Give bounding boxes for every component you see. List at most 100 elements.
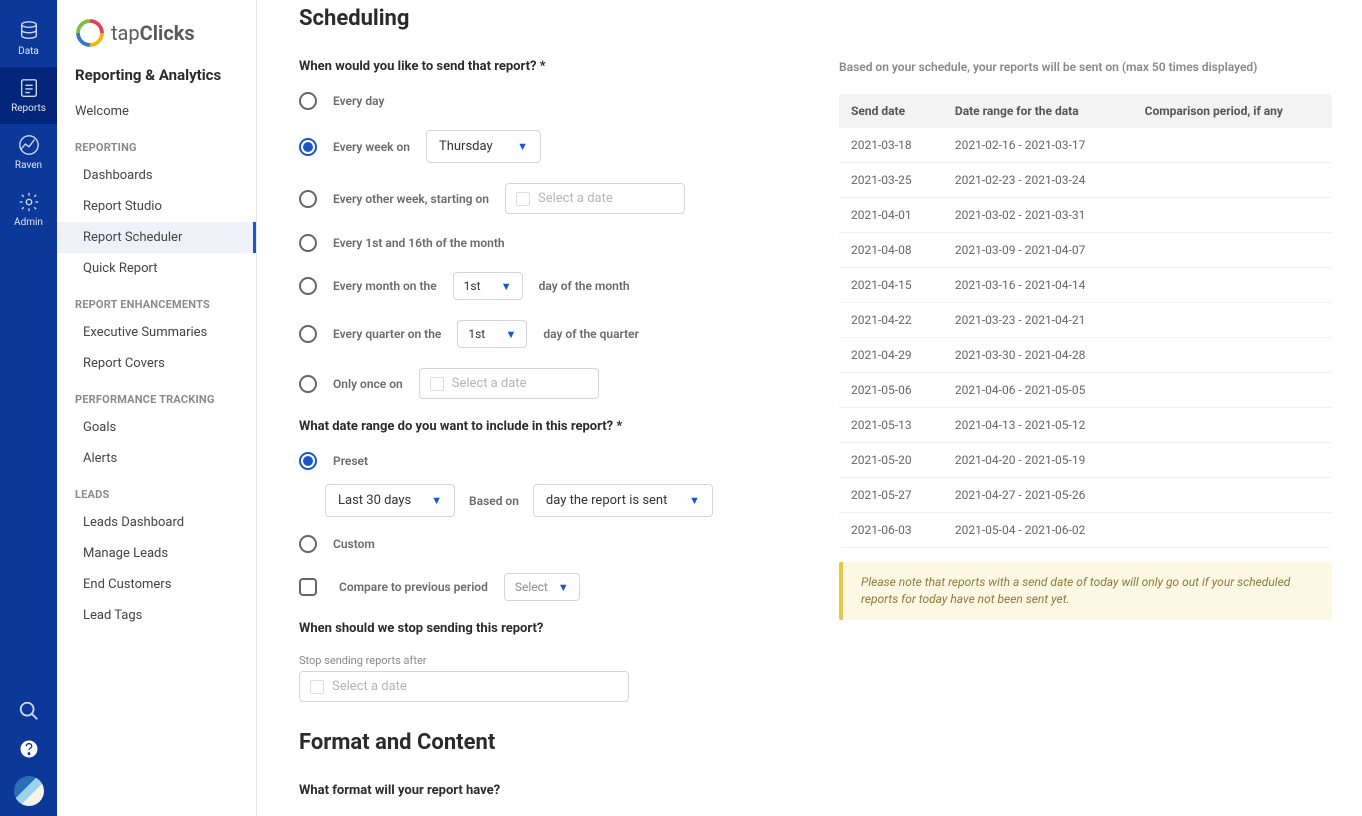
inline-text: day of the month (539, 279, 630, 293)
cell-range: 2021-03-30 - 2021-04-28 (943, 338, 1133, 373)
radio-every-other-week[interactable] (299, 190, 317, 208)
caret-icon: ▼ (558, 581, 569, 594)
cell-send: 2021-05-13 (839, 408, 943, 443)
col-send-date: Send date (839, 94, 943, 128)
cell-range: 2021-04-27 - 2021-05-26 (943, 478, 1133, 513)
sidebar-item-report-studio[interactable]: Report Studio (57, 191, 256, 222)
select-preset-range[interactable]: Last 30 days▼ (325, 484, 455, 517)
sidebar-item-dashboards[interactable]: Dashboards (57, 160, 256, 191)
cell-range: 2021-05-04 - 2021-06-02 (943, 513, 1133, 548)
alert-note: Please note that reports with a send dat… (839, 562, 1332, 620)
cell-range: 2021-03-02 - 2021-03-31 (943, 198, 1133, 233)
date-only-once[interactable]: Select a date (419, 368, 599, 399)
select-value: 1st (468, 327, 485, 341)
table-row: 2021-04-292021-03-30 - 2021-04-28 (839, 338, 1332, 373)
sidebar-section-header: PERFORMANCE TRACKING (57, 379, 256, 412)
rail-item-reports[interactable]: Reports (0, 67, 57, 124)
rail-label: Data (18, 46, 39, 57)
avatar[interactable] (14, 776, 44, 806)
gear-icon (18, 191, 40, 213)
sidebar-item-quick-report[interactable]: Quick Report (57, 253, 256, 284)
table-row: 2021-05-132021-04-13 - 2021-05-12 (839, 408, 1332, 443)
radio-every-month[interactable] (299, 277, 317, 295)
rail-label: Raven (15, 160, 42, 171)
left-rail: Data Reports Raven Admin (0, 0, 57, 816)
cell-range: 2021-03-16 - 2021-04-14 (943, 268, 1133, 303)
cell-send: 2021-04-08 (839, 233, 943, 268)
date-other-week[interactable]: Select a date (505, 183, 685, 214)
label-stop-after: Stop sending reports after (299, 654, 819, 667)
cell-range: 2021-03-23 - 2021-04-21 (943, 303, 1133, 338)
sidebar-item-executive-summaries[interactable]: Executive Summaries (57, 317, 256, 348)
search-icon[interactable] (18, 700, 40, 722)
section-title-format: Format and Content (299, 702, 819, 783)
checkbox-compare[interactable] (299, 578, 317, 596)
sidebar-item-alerts[interactable]: Alerts (57, 443, 256, 474)
radio-only-once[interactable] (299, 375, 317, 393)
database-icon (18, 20, 40, 42)
select-quarter-day[interactable]: 1st ▼ (457, 320, 527, 348)
radio-label: Every month on the (333, 279, 437, 293)
rail-item-raven[interactable]: Raven (0, 124, 57, 181)
select-month-day[interactable]: 1st▼ (453, 272, 523, 300)
sidebar-item-leads-dashboard[interactable]: Leads Dashboard (57, 507, 256, 538)
table-row: 2021-04-152021-03-16 - 2021-04-14 (839, 268, 1332, 303)
table-row: 2021-05-202021-04-20 - 2021-05-19 (839, 443, 1332, 478)
radio-every-day[interactable] (299, 92, 317, 110)
checkbox-label: Compare to previous period (339, 580, 488, 594)
cell-send: 2021-05-06 (839, 373, 943, 408)
cell-compare (1133, 338, 1332, 373)
radio-label: Only once on (333, 377, 403, 391)
analytics-icon (18, 134, 40, 156)
rail-item-data[interactable]: Data (0, 10, 57, 67)
cell-compare (1133, 198, 1332, 233)
cell-range: 2021-04-13 - 2021-05-12 (943, 408, 1133, 443)
col-date-range: Date range for the data (943, 94, 1133, 128)
radio-1st-16th[interactable] (299, 234, 317, 252)
cell-send: 2021-04-29 (839, 338, 943, 373)
schedule-note: Based on your schedule, your reports wil… (839, 60, 1332, 74)
cell-send: 2021-04-22 (839, 303, 943, 338)
help-icon[interactable] (18, 738, 40, 760)
cell-compare (1133, 373, 1332, 408)
radio-every-week[interactable] (299, 138, 317, 156)
caret-icon: ▼ (505, 328, 516, 341)
sidebar-item-manage-leads[interactable]: Manage Leads (57, 538, 256, 569)
sidebar-item-lead-tags[interactable]: Lead Tags (57, 600, 256, 631)
schedule-table-wrap[interactable]: Send date Date range for the data Compar… (839, 94, 1332, 548)
select-value: Last 30 days (338, 493, 411, 508)
select-value: 1st (464, 279, 481, 293)
radio-every-quarter[interactable] (299, 325, 317, 343)
cell-send: 2021-05-20 (839, 443, 943, 478)
radio-preset[interactable] (299, 452, 317, 470)
radio-label: Every quarter on the (333, 327, 441, 341)
date-stop-after[interactable]: Select a date (299, 671, 629, 702)
select-value: day the report is sent (546, 493, 667, 508)
caret-icon: ▼ (517, 140, 528, 153)
select-weekday[interactable]: Thursday▼ (426, 130, 541, 163)
rail-item-admin[interactable]: Admin (0, 181, 57, 238)
logo-icon (75, 18, 105, 48)
inline-text: day of the quarter (543, 327, 639, 341)
cell-compare (1133, 513, 1332, 548)
radio-label: Preset (333, 454, 368, 468)
select-based-on[interactable]: day the report is sent▼ (533, 484, 713, 517)
cell-send: 2021-06-03 (839, 513, 943, 548)
nav-welcome[interactable]: Welcome (57, 96, 256, 127)
sidebar-item-report-covers[interactable]: Report Covers (57, 348, 256, 379)
rail-label: Admin (14, 217, 43, 228)
radio-label: Every 1st and 16th of the month (333, 236, 505, 250)
radio-label: Every week on (333, 140, 410, 154)
table-row: 2021-05-062021-04-06 - 2021-05-05 (839, 373, 1332, 408)
radio-custom[interactable] (299, 535, 317, 553)
table-row: 2021-06-032021-05-04 - 2021-06-02 (839, 513, 1332, 548)
cell-compare (1133, 478, 1332, 513)
sidebar-item-goals[interactable]: Goals (57, 412, 256, 443)
sidebar-item-report-scheduler[interactable]: Report Scheduler (57, 222, 256, 253)
cell-range: 2021-04-06 - 2021-05-05 (943, 373, 1133, 408)
sidebar-item-end-customers[interactable]: End Customers (57, 569, 256, 600)
select-compare-period[interactable]: Select▼ (504, 573, 580, 601)
label-when-send: When would you like to send that report?… (299, 59, 819, 74)
cell-range: 2021-02-16 - 2021-03-17 (943, 128, 1133, 163)
cell-compare (1133, 268, 1332, 303)
